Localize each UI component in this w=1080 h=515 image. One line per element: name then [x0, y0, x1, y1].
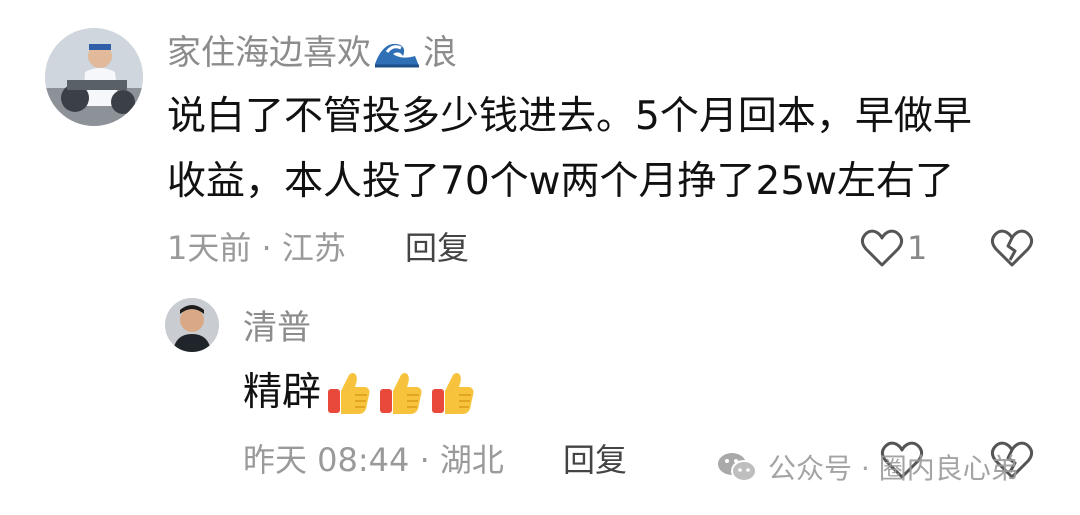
- reply-username[interactable]: 清普: [243, 311, 311, 345]
- avatar[interactable]: [45, 28, 143, 126]
- reply-text: 精辟: [243, 367, 477, 419]
- like-icon[interactable]: [860, 228, 904, 272]
- thumbs-up-icon: [377, 369, 425, 417]
- thumbs-up-icon: [429, 369, 477, 417]
- username-suffix: 浪: [423, 33, 457, 73]
- reply-meta: 昨天 08:44 · 湖北: [243, 441, 504, 479]
- comment-username[interactable]: 家住海边喜欢 浪: [167, 34, 457, 70]
- like-count: 1: [907, 229, 928, 267]
- reply-avatar[interactable]: [165, 298, 219, 352]
- wave-icon: [373, 34, 421, 70]
- watermark: 公众号 · 圈内良心弟: [716, 447, 1019, 487]
- dislike-icon[interactable]: [990, 228, 1034, 272]
- reply-text-content: 精辟: [243, 370, 322, 415]
- username-text: 家住海边喜欢: [167, 33, 371, 73]
- reply-reply-button[interactable]: 回复: [563, 444, 627, 476]
- comment-meta: 1天前 · 江苏: [167, 229, 346, 267]
- comment-text-line-2: 收益，本人投了70个w两个月挣了25w左右了: [167, 159, 955, 204]
- thumbs-up-icon: [325, 369, 373, 417]
- comment-text-line-1: 说白了不管投多少钱进去。5个月回本，早做早: [167, 94, 972, 139]
- watermark-text: 公众号 · 圈内良心弟: [768, 452, 1019, 485]
- reply-button[interactable]: 回复: [405, 232, 469, 264]
- wechat-icon: [716, 450, 758, 484]
- comment-thread: 家住海边喜欢 浪 说白了不管投多少钱进去。5个月回本，早做早 收益，本人投了70…: [0, 0, 1080, 515]
